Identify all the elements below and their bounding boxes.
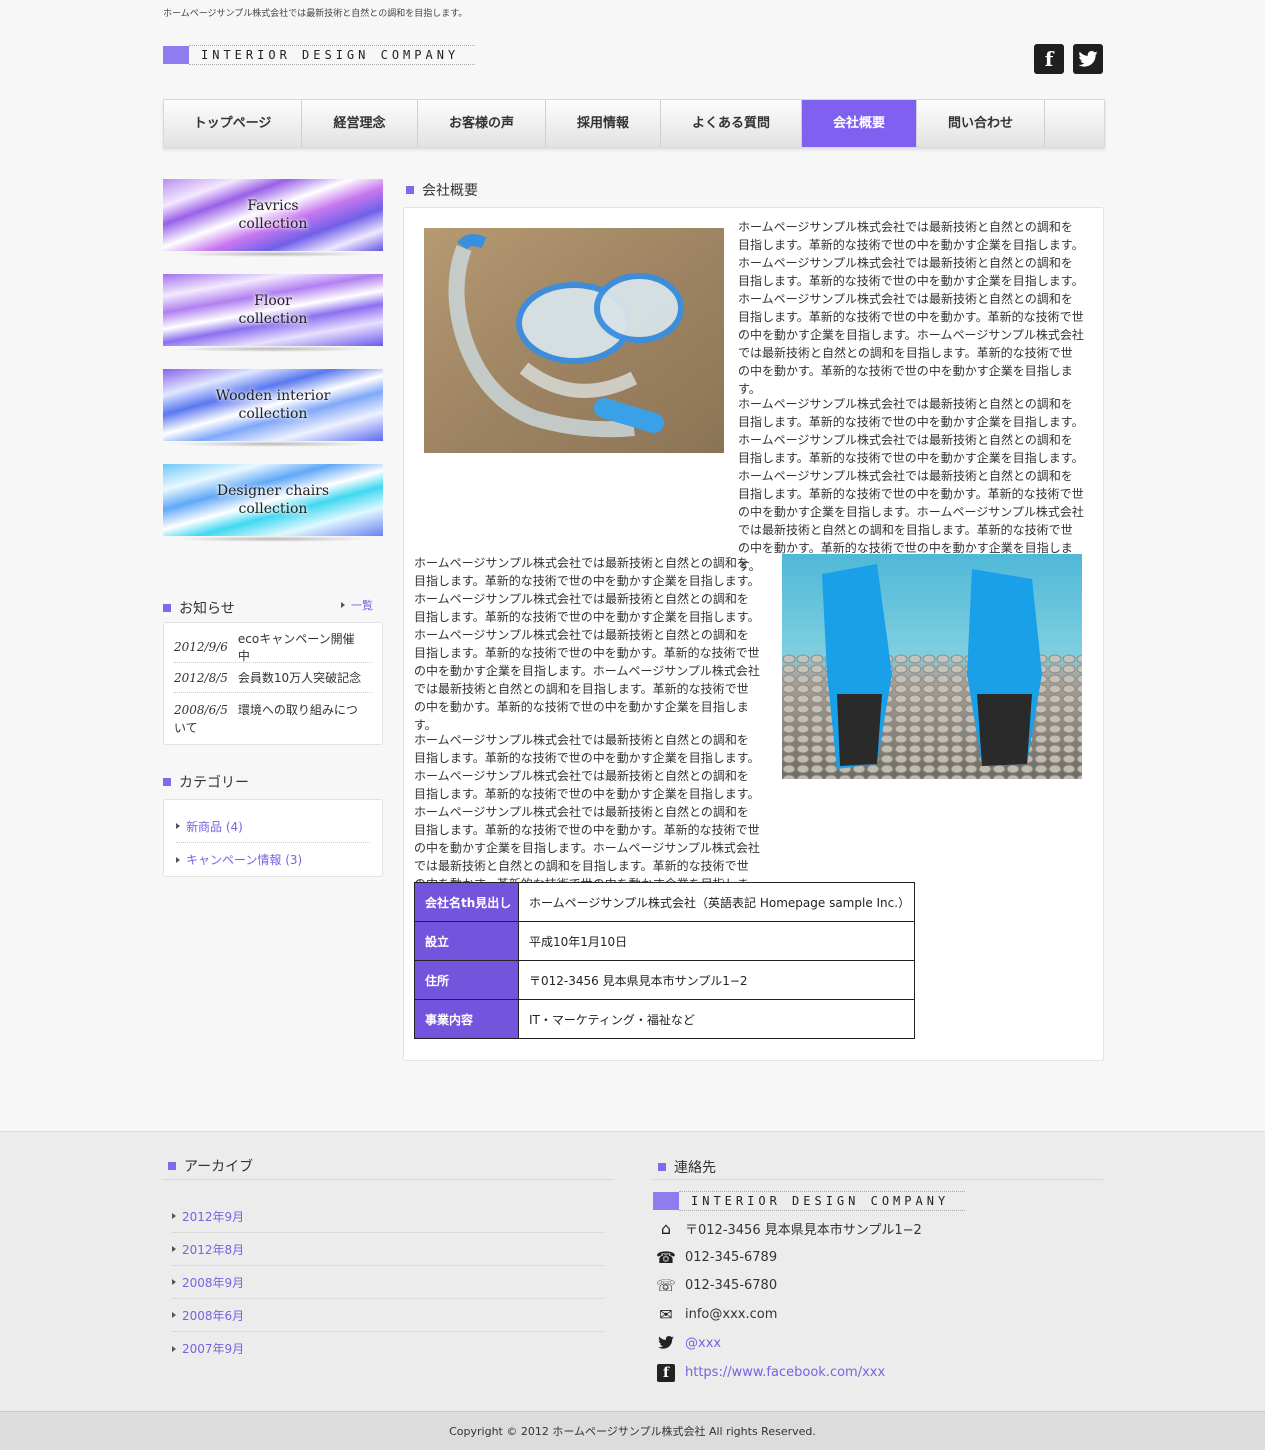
table-cell: 平成10年1月10日 — [518, 921, 915, 961]
facebook-link[interactable]: https://www.facebook.com/xxx — [685, 1365, 885, 1380]
news-heading: お知らせ — [163, 598, 235, 618]
heading-marker-icon — [406, 186, 414, 194]
twitter-button[interactable] — [1073, 44, 1103, 74]
banner-fabrics[interactable]: Favrics collection — [163, 179, 383, 257]
news-item[interactable]: 2012/8/5 会員数10万人突破記念 — [174, 663, 372, 693]
table-row: 設立 平成10年1月10日 — [414, 921, 915, 961]
banner-fabrics-body: Favrics collection — [163, 179, 383, 251]
table-header-cell: 設立 — [414, 921, 519, 961]
archive-item[interactable]: 2008年6月 — [172, 1299, 604, 1332]
triangle-icon — [172, 1345, 176, 1352]
news-box: 2012/9/6 ecoキャンペーン開催中 2012/8/5 会員数10万人突破記念… — [163, 622, 383, 745]
heading-marker-icon — [168, 1162, 176, 1170]
triangle-icon — [172, 1312, 176, 1318]
table-cell: IT・マーケティング・福祉など — [518, 999, 915, 1039]
logo-mark — [653, 1192, 679, 1210]
triangle-icon — [176, 823, 180, 829]
table-header-cell: 事業内容 — [414, 999, 519, 1039]
category-item[interactable]: キャンペーン情報 (3) — [176, 843, 370, 876]
nav-item-top[interactable]: トップページ — [164, 100, 302, 147]
archive-item[interactable]: 2012年9月 — [172, 1200, 604, 1233]
intro-paragraph-1: ホームページサンプル株式会社では最新技術と自然との調和を目指します。革新的な技術… — [738, 220, 1084, 396]
triangle-icon — [341, 602, 345, 608]
facebook-icon: f — [655, 1362, 677, 1382]
contact-facebook: f https://www.facebook.com/xxx — [655, 1362, 885, 1382]
logo-mark — [163, 46, 189, 64]
facebook-icon: f — [1044, 47, 1054, 71]
table-row: 会社名th見出し ホームページサンプル株式会社（英語表記 Homepage sa… — [414, 882, 915, 922]
global-nav: トップページ 経営理念 お客様の声 採用情報 よくある質問 会社概要 問い合わせ — [163, 99, 1105, 148]
news-item[interactable]: 2012/9/6 ecoキャンペーン開催中 — [174, 631, 372, 663]
footer-logo[interactable]: INTERIOR DESIGN COMPANY — [653, 1191, 966, 1211]
contact-heading: 連絡先 — [658, 1157, 716, 1177]
banner-designer-chairs[interactable]: Designer chairs collection — [163, 464, 383, 542]
news-list-link[interactable]: 一覧 — [341, 597, 373, 613]
table-header-cell: 住所 — [414, 960, 519, 1000]
body-paragraph-1: ホームページサンプル株式会社では最新技術と自然との調和を目指します。革新的な技術… — [414, 556, 760, 732]
logo-text: INTERIOR DESIGN COMPANY — [679, 1191, 966, 1211]
heading-marker-icon — [163, 604, 171, 612]
table-row: 事業内容 IT・マーケティング・福祉など — [414, 999, 915, 1039]
logo-text: INTERIOR DESIGN COMPANY — [189, 45, 476, 65]
archive-item[interactable]: 2012年8月 — [172, 1233, 604, 1266]
table-header-cell: 会社名th見出し — [414, 882, 519, 922]
banner-floor-body: Floor collection — [163, 274, 383, 346]
page-title: 会社概要 — [406, 180, 478, 200]
heading-marker-icon — [658, 1163, 666, 1171]
nav-item-philosophy[interactable]: 経営理念 — [302, 100, 418, 147]
company-info-table: 会社名th見出し ホームページサンプル株式会社（英語表記 Homepage sa… — [414, 882, 915, 1039]
table-cell: 〒012-3456 見本県見本市サンプル1−2 — [518, 960, 915, 1000]
twitter-icon — [1078, 51, 1098, 67]
table-cell: ホームページサンプル株式会社（英語表記 Homepage sample Inc.… — [518, 882, 915, 922]
twitter-link[interactable]: @xxx — [685, 1336, 721, 1351]
nav-item-voices[interactable]: お客様の声 — [418, 100, 546, 147]
nav-item-company[interactable]: 会社概要 — [802, 100, 917, 147]
category-box: 新商品 (4) キャンペーン情報 (3) — [163, 799, 383, 877]
triangle-icon — [176, 856, 180, 863]
category-item[interactable]: 新商品 (4) — [176, 810, 370, 843]
contact-email: ✉ info@xxx.com — [655, 1304, 777, 1324]
nav-item-faq[interactable]: よくある質問 — [661, 100, 802, 147]
triangle-icon — [172, 1279, 176, 1285]
mail-icon: ✉ — [659, 1304, 673, 1324]
archive-divider — [163, 1179, 613, 1180]
category-heading: カテゴリー — [163, 772, 249, 792]
contact-fax: ☏ 012-345-6780 — [655, 1275, 778, 1295]
phone-icon: ☎ — [656, 1247, 676, 1267]
archive-heading: アーカイブ — [168, 1156, 253, 1176]
news-item[interactable]: 2008/6/5 環境への取り組みについて — [174, 693, 372, 737]
fax-icon: ☏ — [655, 1275, 676, 1295]
triangle-icon — [172, 1246, 176, 1252]
copyright: Copyright © 2012 ホームページサンプル株式会社 All righ… — [0, 1411, 1265, 1450]
site-logo[interactable]: INTERIOR DESIGN COMPANY — [163, 45, 476, 65]
banner-wooden-interior[interactable]: Wooden interior collection — [163, 369, 383, 447]
home-icon: ⌂ — [660, 1218, 672, 1238]
heading-marker-icon — [163, 778, 171, 786]
twitter-icon — [655, 1334, 677, 1353]
archive-item[interactable]: 2007年9月 — [172, 1332, 604, 1365]
table-row: 住所 〒012-3456 見本県見本市サンプル1−2 — [414, 960, 915, 1000]
contact-address: ⌂ 〒012-3456 見本県見本市サンプル1−2 — [655, 1218, 922, 1238]
archive-item[interactable]: 2008年9月 — [172, 1266, 604, 1299]
triangle-icon — [172, 1213, 176, 1219]
nav-item-recruit[interactable]: 採用情報 — [546, 100, 661, 147]
nav-item-contact[interactable]: 問い合わせ — [917, 100, 1045, 147]
banner-wooden-body: Wooden interior collection — [163, 369, 383, 441]
banner-floor[interactable]: Floor collection — [163, 274, 383, 352]
contact-tel: ☎ 012-345-6789 — [656, 1247, 778, 1267]
site-tagline: ホームページサンプル株式会社では最新技術と自然との調和を目指します。 — [163, 9, 468, 19]
contact-twitter: @xxx — [655, 1333, 721, 1353]
intro-paragraph-2: ホームページサンプル株式会社では最新技術と自然との調和を目指します。革新的な技術… — [738, 397, 1084, 573]
facebook-button[interactable]: f — [1034, 44, 1064, 74]
contact-divider — [653, 1179, 1103, 1180]
banner-chairs-body: Designer chairs collection — [163, 464, 383, 536]
